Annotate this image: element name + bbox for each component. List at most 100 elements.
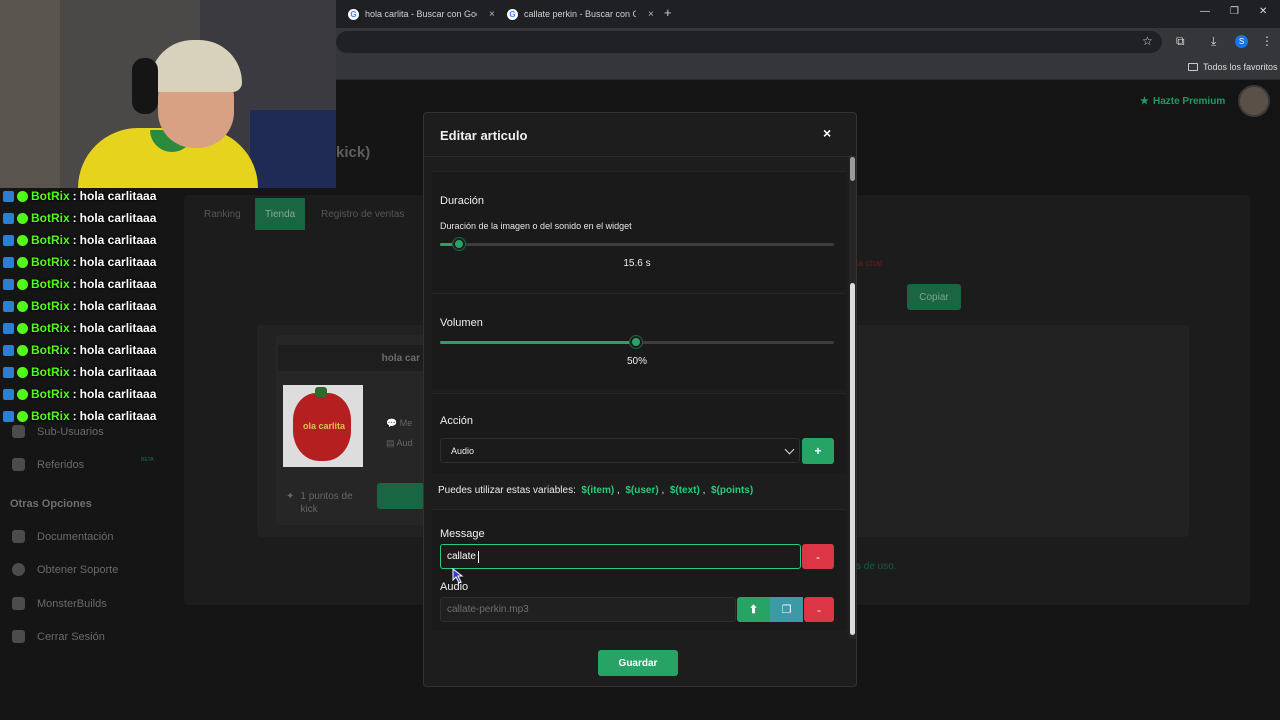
close-window-icon[interactable]: ✕ — [1259, 6, 1267, 17]
star-icon[interactable]: ☆ — [1142, 34, 1153, 48]
chat-text: hola carlitaaa — [79, 189, 157, 203]
chat-text: hola carlitaaa — [79, 255, 157, 269]
store-item-audio: ▤ Aud — [386, 438, 413, 448]
chat-link[interactable]: la chat — [856, 258, 883, 268]
chat-message: BotRix: hola carlitaaa — [3, 185, 203, 207]
store-item-message: 💬 Me — [386, 418, 413, 428]
message-input-value: callate — [447, 551, 476, 562]
chat-text: hola carlitaaa — [79, 409, 157, 423]
chat-username: BotRix — [31, 299, 70, 313]
premium-link[interactable]: ★ Hazte Premium — [1140, 96, 1225, 107]
extensions-icon[interactable]: ⧉ — [1176, 34, 1185, 49]
bot-badge-icon — [3, 322, 14, 334]
chat-separator: : — [72, 343, 77, 357]
sidebar-item-label: Obtener Soporte — [37, 563, 119, 576]
chat-message: BotRix: hola carlitaaa — [3, 229, 203, 251]
volume-slider[interactable] — [440, 336, 834, 348]
browser-tab-title: hola carlita - Buscar con Google — [365, 9, 477, 19]
store-item-title: hola car — [278, 345, 424, 371]
chat-separator: : — [72, 233, 77, 247]
duration-slider-handle[interactable] — [452, 238, 465, 250]
modal-title: Editar articulo — [440, 128, 528, 143]
sidebar-item-referidos[interactable]: Referidos — [12, 458, 84, 471]
chat-username: BotRix — [31, 233, 70, 247]
google-icon: G — [507, 8, 518, 20]
store-item-action-button[interactable] — [377, 483, 425, 509]
action-select[interactable]: Audio — [440, 438, 800, 463]
download-icon[interactable]: ⤓ — [1211, 34, 1216, 49]
docs-icon — [12, 530, 25, 543]
verified-badge-icon — [17, 190, 28, 202]
close-tab-icon[interactable]: × — [489, 9, 495, 20]
copy-button[interactable]: Copiar — [907, 284, 961, 310]
chat-username: BotRix — [31, 409, 70, 423]
save-button[interactable]: Guardar — [598, 650, 678, 676]
tab-registro-ventas[interactable]: Registro de ventas — [311, 198, 414, 230]
audio-file-name: callate-perkin.mp3 — [447, 604, 529, 615]
terms-link[interactable]: s de uso. — [856, 561, 897, 572]
remove-audio-button[interactable]: - — [804, 597, 834, 622]
tab-tienda[interactable]: Tienda — [255, 198, 306, 230]
verified-badge-icon — [17, 388, 28, 400]
chat-text: hola carlitaaa — [79, 365, 157, 379]
upload-audio-button[interactable]: ⬆ — [737, 597, 770, 622]
verified-badge-icon — [17, 366, 28, 378]
duration-slider[interactable] — [440, 238, 834, 250]
message-input[interactable]: callate — [440, 544, 801, 569]
upload-icon: ⬆ — [748, 604, 759, 616]
close-tab-icon[interactable]: × — [648, 9, 654, 20]
browser-tab-2[interactable]: G callate perkin - Buscar con Google × — [507, 4, 655, 24]
bookmark-folder-label: Todos los favoritos — [1203, 62, 1278, 72]
sidebar-item-soporte[interactable]: Obtener Soporte — [12, 563, 118, 576]
profile-avatar[interactable]: S — [1235, 35, 1248, 48]
sidebar-item-label: Sub-Usuarios — [37, 425, 104, 438]
variable-user: $(user) — [625, 485, 659, 496]
chat-separator: : — [72, 277, 77, 291]
volume-slider-handle[interactable] — [630, 336, 642, 348]
verified-badge-icon — [17, 234, 28, 246]
audio-library-button[interactable]: ❐ — [770, 597, 803, 622]
points-label: 1 puntos de kick — [300, 491, 353, 515]
url-field[interactable] — [336, 31, 1162, 53]
all-bookmarks-folder[interactable]: Todos los favoritos — [1188, 62, 1278, 72]
add-action-button[interactable]: + — [802, 438, 834, 464]
verified-badge-icon — [17, 256, 28, 268]
remove-message-button[interactable]: - — [802, 544, 834, 569]
chat-message: BotRix: hola carlitaaa — [3, 339, 203, 361]
scrollbar-thumb[interactable] — [850, 283, 855, 635]
store-item-message-label: Me — [399, 418, 413, 428]
chat-message: BotRix: hola carlitaaa — [3, 361, 203, 383]
sidebar-item-cerrar-sesion[interactable]: Cerrar Sesión — [12, 630, 105, 643]
menu-icon[interactable]: ⋮ — [1261, 34, 1273, 48]
chat-username: BotRix — [31, 321, 70, 335]
sidebar-item-documentacion[interactable]: Documentación — [12, 530, 113, 543]
store-item-image: ola carlita — [283, 385, 363, 467]
monitor-icon — [12, 597, 25, 610]
chat-separator: : — [72, 211, 77, 225]
restore-icon[interactable]: ❐ — [1230, 6, 1239, 17]
close-icon[interactable]: × — [823, 125, 831, 141]
minimize-icon[interactable]: — — [1200, 6, 1210, 17]
library-icon: ❐ — [781, 604, 792, 616]
chat-message: BotRix: hola carlitaaa — [3, 251, 203, 273]
variable-item: $(item) — [581, 485, 615, 496]
bot-badge-icon — [3, 190, 14, 202]
bot-badge-icon — [3, 212, 14, 224]
user-avatar[interactable] — [1238, 85, 1270, 117]
text-caret — [477, 550, 479, 563]
chat-separator: : — [72, 409, 77, 423]
browser-tab-title: callate perkin - Buscar con Google — [524, 9, 636, 19]
chat-message: BotRix: hola carlitaaa — [3, 273, 203, 295]
duration-sublabel: Duración de la imagen o del sonido en el… — [440, 221, 632, 231]
browser-tab-1[interactable]: G hola carlita - Buscar con Google × — [348, 4, 496, 24]
modal-scrollbar[interactable] — [849, 157, 856, 639]
action-label: Acción — [440, 415, 474, 427]
sidebar-item-label: Documentación — [37, 530, 114, 543]
new-tab-icon[interactable]: + — [664, 5, 672, 20]
mouse-cursor-icon — [452, 568, 464, 584]
chat-separator: : — [72, 189, 77, 203]
webcam-monitor — [250, 110, 336, 188]
duration-value: 15.6 s — [623, 258, 651, 269]
beta-badge: BETA — [141, 457, 154, 463]
sidebar-item-monsterbuilds[interactable]: MonsterBuilds — [12, 597, 107, 610]
